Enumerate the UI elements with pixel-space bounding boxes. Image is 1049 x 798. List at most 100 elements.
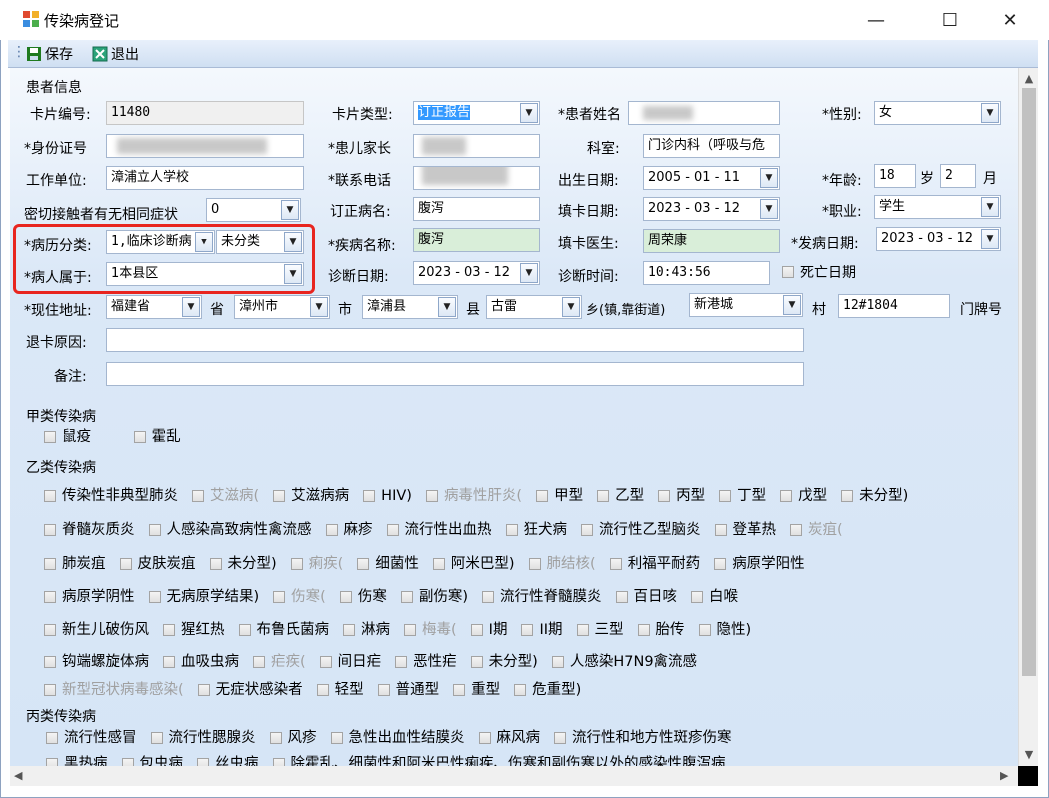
checkbox[interactable]: [482, 591, 495, 603]
patient-name-field[interactable]: [628, 101, 780, 125]
disease-option[interactable]: 钩端螺旋体病: [44, 650, 149, 671]
disease-option[interactable]: HIV): [363, 488, 412, 504]
checkbox[interactable]: [714, 558, 727, 570]
checkbox[interactable]: [470, 624, 483, 636]
disease-option[interactable]: 甲型: [536, 484, 583, 505]
checkbox[interactable]: [343, 624, 355, 636]
checkbox[interactable]: [44, 558, 56, 570]
birth-date-picker[interactable]: 2005 - 01 - 11 ▼: [643, 166, 780, 190]
checkbox[interactable]: [273, 490, 286, 502]
class-a-item[interactable]: 霍乱: [133, 425, 181, 446]
disease-option[interactable]: 艾滋病(: [192, 484, 259, 505]
checkbox[interactable]: [133, 431, 146, 443]
return-reason-field[interactable]: [106, 328, 804, 352]
checkbox[interactable]: [514, 684, 527, 696]
checkbox[interactable]: [44, 431, 56, 443]
disease-field[interactable]: 腹泻: [413, 228, 540, 252]
disease-option[interactable]: 三型: [576, 618, 624, 639]
disease-option[interactable]: 人感染H7N9禽流感: [551, 650, 697, 671]
checkbox[interactable]: [357, 558, 370, 570]
disease-option[interactable]: 包虫病: [121, 752, 183, 766]
disease-option[interactable]: 无病原学结果): [148, 585, 259, 606]
checkbox[interactable]: [521, 624, 534, 636]
city-select[interactable]: 漳州市 ▼: [234, 295, 330, 319]
disease-option[interactable]: 流行性脊髓膜炎: [482, 585, 602, 606]
checkbox[interactable]: [698, 624, 711, 636]
disease-option[interactable]: 利福平耐药: [609, 552, 700, 573]
checkbox[interactable]: [197, 758, 209, 766]
disease-option[interactable]: 丁型: [719, 484, 766, 505]
checkbox[interactable]: [330, 732, 343, 744]
corrected-name-field[interactable]: 腹泻: [413, 197, 540, 221]
checkbox[interactable]: [386, 524, 399, 536]
scroll-down-icon[interactable]: ▼: [1019, 748, 1039, 761]
disease-option[interactable]: 新型冠状病毒感染(: [44, 678, 184, 699]
disease-option[interactable]: 除霍乱、细菌性和阿米巴性痢疾、伤寒和副伤寒以外的感染性腹泻病: [272, 752, 726, 766]
disease-option[interactable]: 艾滋病病: [273, 484, 349, 505]
disease-option[interactable]: 恶性疟: [395, 650, 457, 671]
checkbox[interactable]: [119, 558, 132, 570]
checkbox[interactable]: [197, 684, 210, 696]
class-a-item[interactable]: 鼠疫: [44, 425, 91, 446]
checkbox[interactable]: [163, 624, 175, 636]
disease-option[interactable]: 风疹: [269, 726, 317, 747]
disease-option[interactable]: 麻风病: [478, 726, 540, 747]
checkbox[interactable]: [400, 591, 413, 603]
disease-option[interactable]: 流行性感冒: [46, 726, 137, 747]
checkbox[interactable]: [425, 490, 438, 502]
checkbox[interactable]: [192, 490, 204, 502]
checkbox[interactable]: [363, 490, 376, 502]
diag-date-picker[interactable]: 2023 - 03 - 12 ▼: [413, 261, 540, 285]
checkbox[interactable]: [44, 624, 56, 636]
disease-option[interactable]: 流行性乙型脑炎: [581, 518, 701, 539]
fill-date-picker[interactable]: 2023 - 03 - 12 ▼: [643, 197, 780, 221]
disease-option[interactable]: 梅毒(: [404, 618, 457, 639]
diag-time-field[interactable]: 10:43:56: [643, 261, 770, 285]
checkbox[interactable]: [404, 624, 416, 636]
minimize-button[interactable]: —: [852, 0, 900, 40]
disease-option[interactable]: 丙型: [658, 484, 705, 505]
checkbox[interactable]: [581, 524, 593, 536]
age-years-field[interactable]: 18: [874, 164, 916, 188]
horizontal-scrollbar[interactable]: ◀ ▶: [10, 766, 1018, 786]
checkbox[interactable]: [691, 591, 704, 603]
checkbox[interactable]: [46, 758, 58, 766]
note-field[interactable]: [106, 362, 804, 386]
disease-option[interactable]: 炭疽(: [790, 518, 843, 539]
exit-button[interactable]: 退出: [92, 44, 139, 64]
checkbox[interactable]: [121, 758, 134, 766]
checkbox[interactable]: [150, 732, 163, 744]
checkbox[interactable]: [269, 732, 282, 744]
checkbox[interactable]: [470, 656, 483, 668]
checkbox[interactable]: [719, 490, 732, 502]
guardian-field[interactable]: [413, 134, 540, 158]
disease-option[interactable]: 脊髓灰质炎: [44, 518, 135, 539]
checkbox[interactable]: [209, 558, 222, 570]
disease-option[interactable]: 轻型: [316, 678, 364, 699]
disease-option[interactable]: 戊型: [780, 484, 827, 505]
checkbox[interactable]: [316, 684, 329, 696]
age-months-field[interactable]: 2: [940, 164, 976, 188]
disease-option[interactable]: 胎传: [637, 618, 685, 639]
checkbox[interactable]: [319, 656, 332, 668]
maximize-button[interactable]: ☐: [926, 0, 974, 40]
checkbox[interactable]: [44, 656, 56, 668]
disease-option[interactable]: 猩红热: [163, 618, 225, 639]
disease-option[interactable]: 流行性出血热: [386, 518, 492, 539]
disease-option[interactable]: 重型: [453, 678, 500, 699]
checkbox[interactable]: [576, 624, 589, 636]
disease-option[interactable]: 危重型): [514, 678, 581, 699]
checkbox[interactable]: [148, 524, 161, 536]
checkbox[interactable]: [637, 624, 650, 636]
disease-option[interactable]: 未分型): [841, 484, 908, 505]
checkbox[interactable]: [339, 591, 352, 603]
disease-option[interactable]: 隐性): [698, 618, 751, 639]
disease-option[interactable]: 淋病: [343, 618, 390, 639]
checkbox[interactable]: [46, 732, 58, 744]
id-field[interactable]: [106, 134, 304, 158]
disease-option[interactable]: 乙型: [597, 484, 644, 505]
disease-option[interactable]: 痢疾(: [290, 552, 343, 573]
onset-date-picker[interactable]: 2023 - 03 - 12 ▼: [876, 227, 1001, 251]
scroll-right-icon[interactable]: ▶: [1000, 769, 1008, 782]
death-date-checkbox[interactable]: [782, 266, 794, 278]
